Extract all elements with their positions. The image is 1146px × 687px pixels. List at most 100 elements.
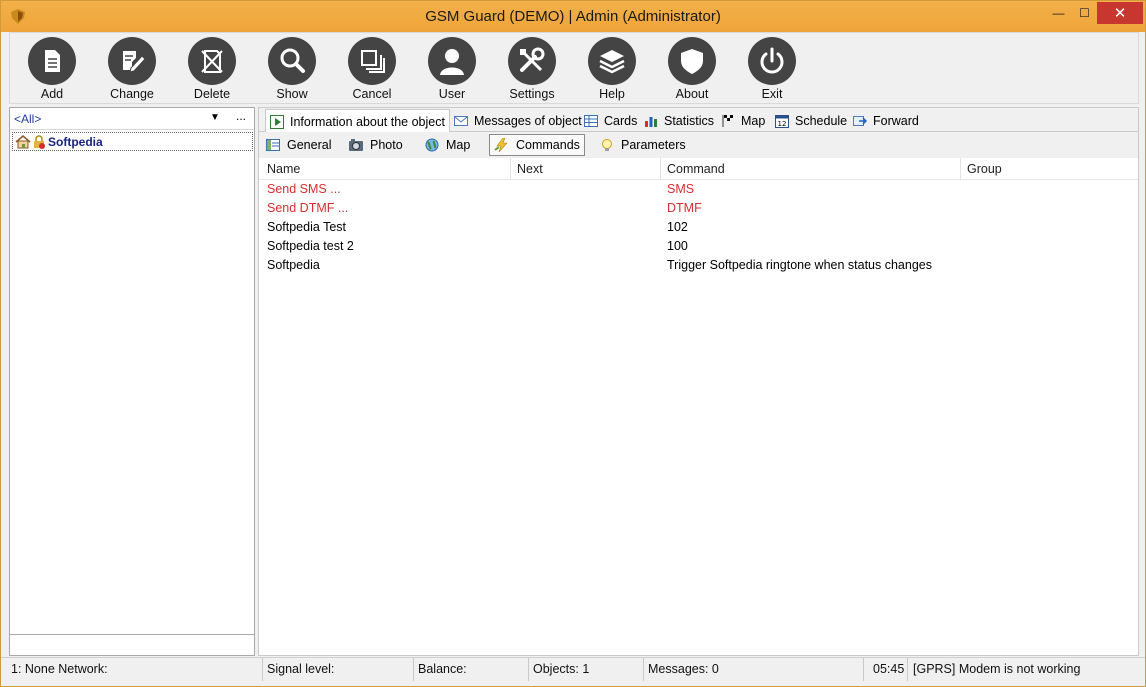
status-signal: Signal level: [267,662,335,676]
title-bar[interactable]: GSM Guard (DEMO) | Admin (Administrator)… [1,1,1145,32]
add-button[interactable]: Add [12,37,92,103]
tab-map[interactable]: Map [721,110,765,132]
tree-item-label: Softpedia [48,134,103,149]
tab-statistics[interactable]: Statistics [644,110,714,132]
show-button[interactable]: Show [252,37,332,103]
tab-forward[interactable]: Forward [853,110,919,132]
subtab-general-label: General [287,138,332,152]
exit-button[interactable]: Exit [732,37,812,103]
tab-statistics-label: Statistics [664,114,715,128]
column-header-next[interactable]: Next [517,162,543,176]
play-icon [270,114,284,129]
tab-map-label: Map [741,114,766,128]
maximize-button[interactable]: ☐ [1071,2,1098,24]
globe-icon [424,138,440,152]
column-divider[interactable] [510,158,511,180]
change-label: Change [110,87,154,101]
cancel-button[interactable]: Cancel [332,37,412,103]
window-title: GSM Guard (DEMO) | Admin (Administrator) [425,8,721,25]
row-name: Softpedia test 2 [267,239,354,253]
tab-messages[interactable]: Messages of object [454,110,582,132]
row-command: 102 [667,220,688,234]
row-command: Trigger Softpedia ringtone when status c… [667,258,932,272]
change-button[interactable]: Change [92,37,172,103]
table-row[interactable]: Softpedia Trigger Softpedia ringtone whe… [259,256,1138,275]
filter-more-button[interactable]: ... [236,109,246,123]
checkered-flag-icon [721,114,735,128]
status-time: 05:45 [873,662,905,676]
lock-icon [34,134,45,149]
camera-icon [348,138,364,152]
status-divider [643,658,644,681]
shield-icon [668,37,716,85]
commands-table: Name Next Command Group Send SMS ... SMS… [259,158,1138,275]
tab-forward-label: Forward [873,114,919,128]
status-objects: Objects: 1 [533,662,590,676]
user-button[interactable]: User [412,37,492,103]
column-header-group[interactable]: Group [967,162,1002,176]
table-row[interactable]: Softpedia Test 102 [259,218,1138,237]
minimize-button[interactable]: — [1045,2,1072,24]
help-button[interactable]: Help [572,37,652,103]
subtab-parameters[interactable]: Parameters [599,134,686,156]
filter-value: <All> [14,112,42,126]
table-row[interactable]: Send SMS ... SMS [259,180,1138,199]
tab-information-label: Information about the object [290,114,445,129]
about-button[interactable]: About [652,37,732,103]
subtab-general[interactable]: General [265,134,331,156]
status-balance: Balance: [418,662,467,676]
subtab-commands-label: Commands [516,138,580,152]
add-label: Add [40,87,64,101]
tab-schedule[interactable]: 12 Schedule [775,110,847,132]
status-divider [262,658,263,681]
subtab-map[interactable]: Map [424,134,470,156]
lightning-icon [494,137,510,153]
show-label: Show [276,87,308,101]
settings-label: Settings [509,87,555,101]
object-filter-dropdown[interactable]: <All> ▼ ... [10,108,254,130]
status-network: 1: None Network: [11,662,108,676]
object-details-pane: Information about the object Messages of… [258,107,1139,656]
subtab-commands[interactable]: Commands [489,134,585,156]
table-row[interactable]: Softpedia test 2 100 [259,237,1138,256]
column-header-command[interactable]: Command [667,162,725,176]
help-label: Help [599,87,625,101]
status-divider [863,658,864,681]
settings-button[interactable]: Settings [492,37,572,103]
row-command: DTMF [667,201,702,215]
row-command: 100 [667,239,688,253]
tab-information[interactable]: Information about the object [265,109,450,133]
column-divider[interactable] [960,158,961,180]
status-divider [907,658,908,681]
search-icon [268,37,316,85]
subtab-photo[interactable]: Photo [348,134,403,156]
row-name: Send SMS ... [267,182,341,196]
envelope-icon [454,114,468,128]
close-button[interactable]: ✕ [1097,2,1143,24]
status-divider [413,658,414,681]
help-icon [588,37,636,85]
settings-icon [508,37,556,85]
table-row[interactable]: Send DTMF ... DTMF [259,199,1138,218]
dropdown-arrow-icon[interactable]: ▼ [210,112,220,123]
main-toolbar: Add Change Delete Show Cancel User Setti… [9,32,1139,104]
tab-cards-label: Cards [604,114,638,128]
delete-icon [188,37,236,85]
delete-button[interactable]: Delete [172,37,252,103]
tab-cards[interactable]: Cards [584,110,637,132]
tree-search-box[interactable] [10,634,254,655]
tab-schedule-label: Schedule [795,114,848,128]
lightbulb-icon [599,138,615,152]
column-divider[interactable] [660,158,661,180]
cancel-icon [348,37,396,85]
general-icon [265,138,281,152]
column-header-name[interactable]: Name [267,162,300,176]
row-command: SMS [667,182,695,196]
about-label: About [675,87,709,101]
user-icon [428,37,476,85]
cancel-label: Cancel [352,87,392,101]
row-name: Send DTMF ... [267,201,349,215]
tree-item-softpedia[interactable]: Softpedia [12,132,253,151]
object-tabs: Information about the object Messages of… [259,108,1138,133]
delete-label: Delete [193,87,231,101]
